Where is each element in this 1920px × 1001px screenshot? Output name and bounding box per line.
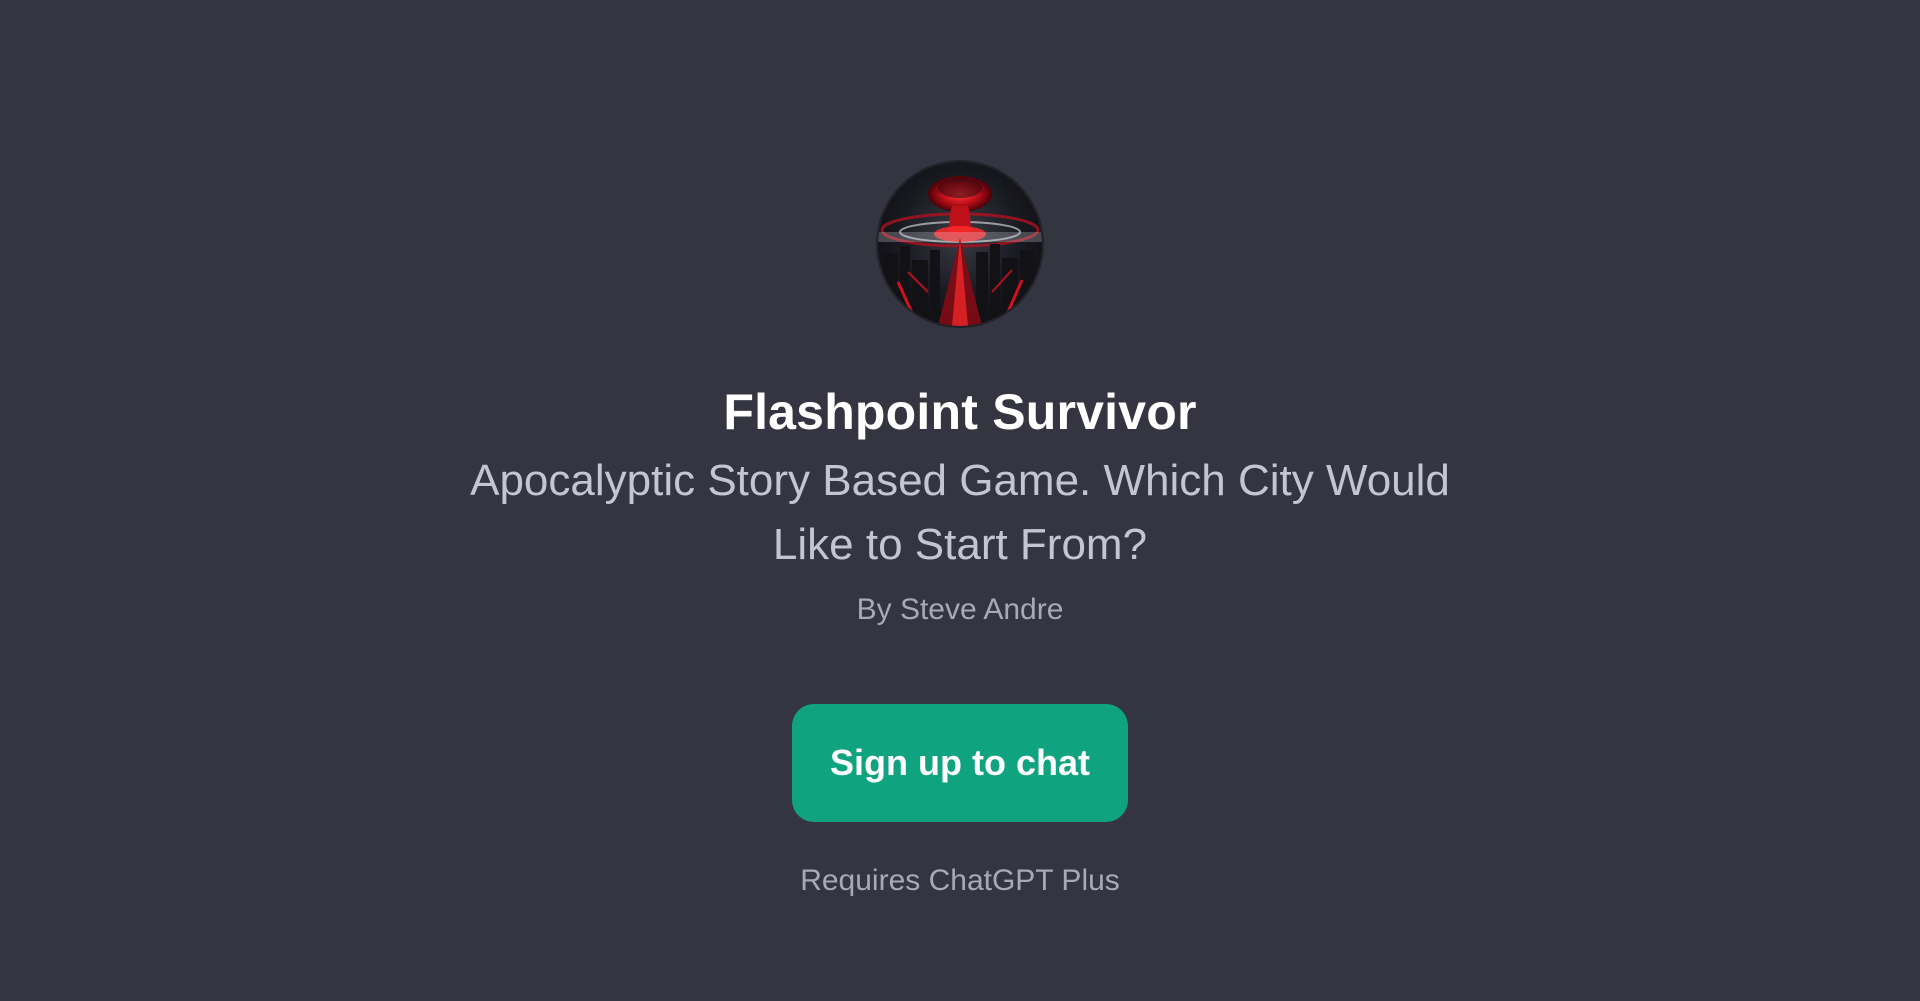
gpt-description: Apocalyptic Story Based Game. Which City…	[470, 456, 1450, 569]
sign-up-to-chat-button[interactable]: Sign up to chat	[792, 704, 1128, 822]
gpt-author: By Steve Andre	[856, 593, 1064, 626]
mushroom-cloud-city-avatar-icon	[878, 162, 1042, 326]
requirement-note: Requires ChatGPT Plus	[800, 864, 1120, 897]
gpt-avatar	[878, 162, 1042, 326]
gpt-landing-page: Flashpoint Survivor Apocalyptic Story Ba…	[0, 0, 1920, 1001]
gpt-title: Flashpoint Survivor	[723, 384, 1197, 440]
